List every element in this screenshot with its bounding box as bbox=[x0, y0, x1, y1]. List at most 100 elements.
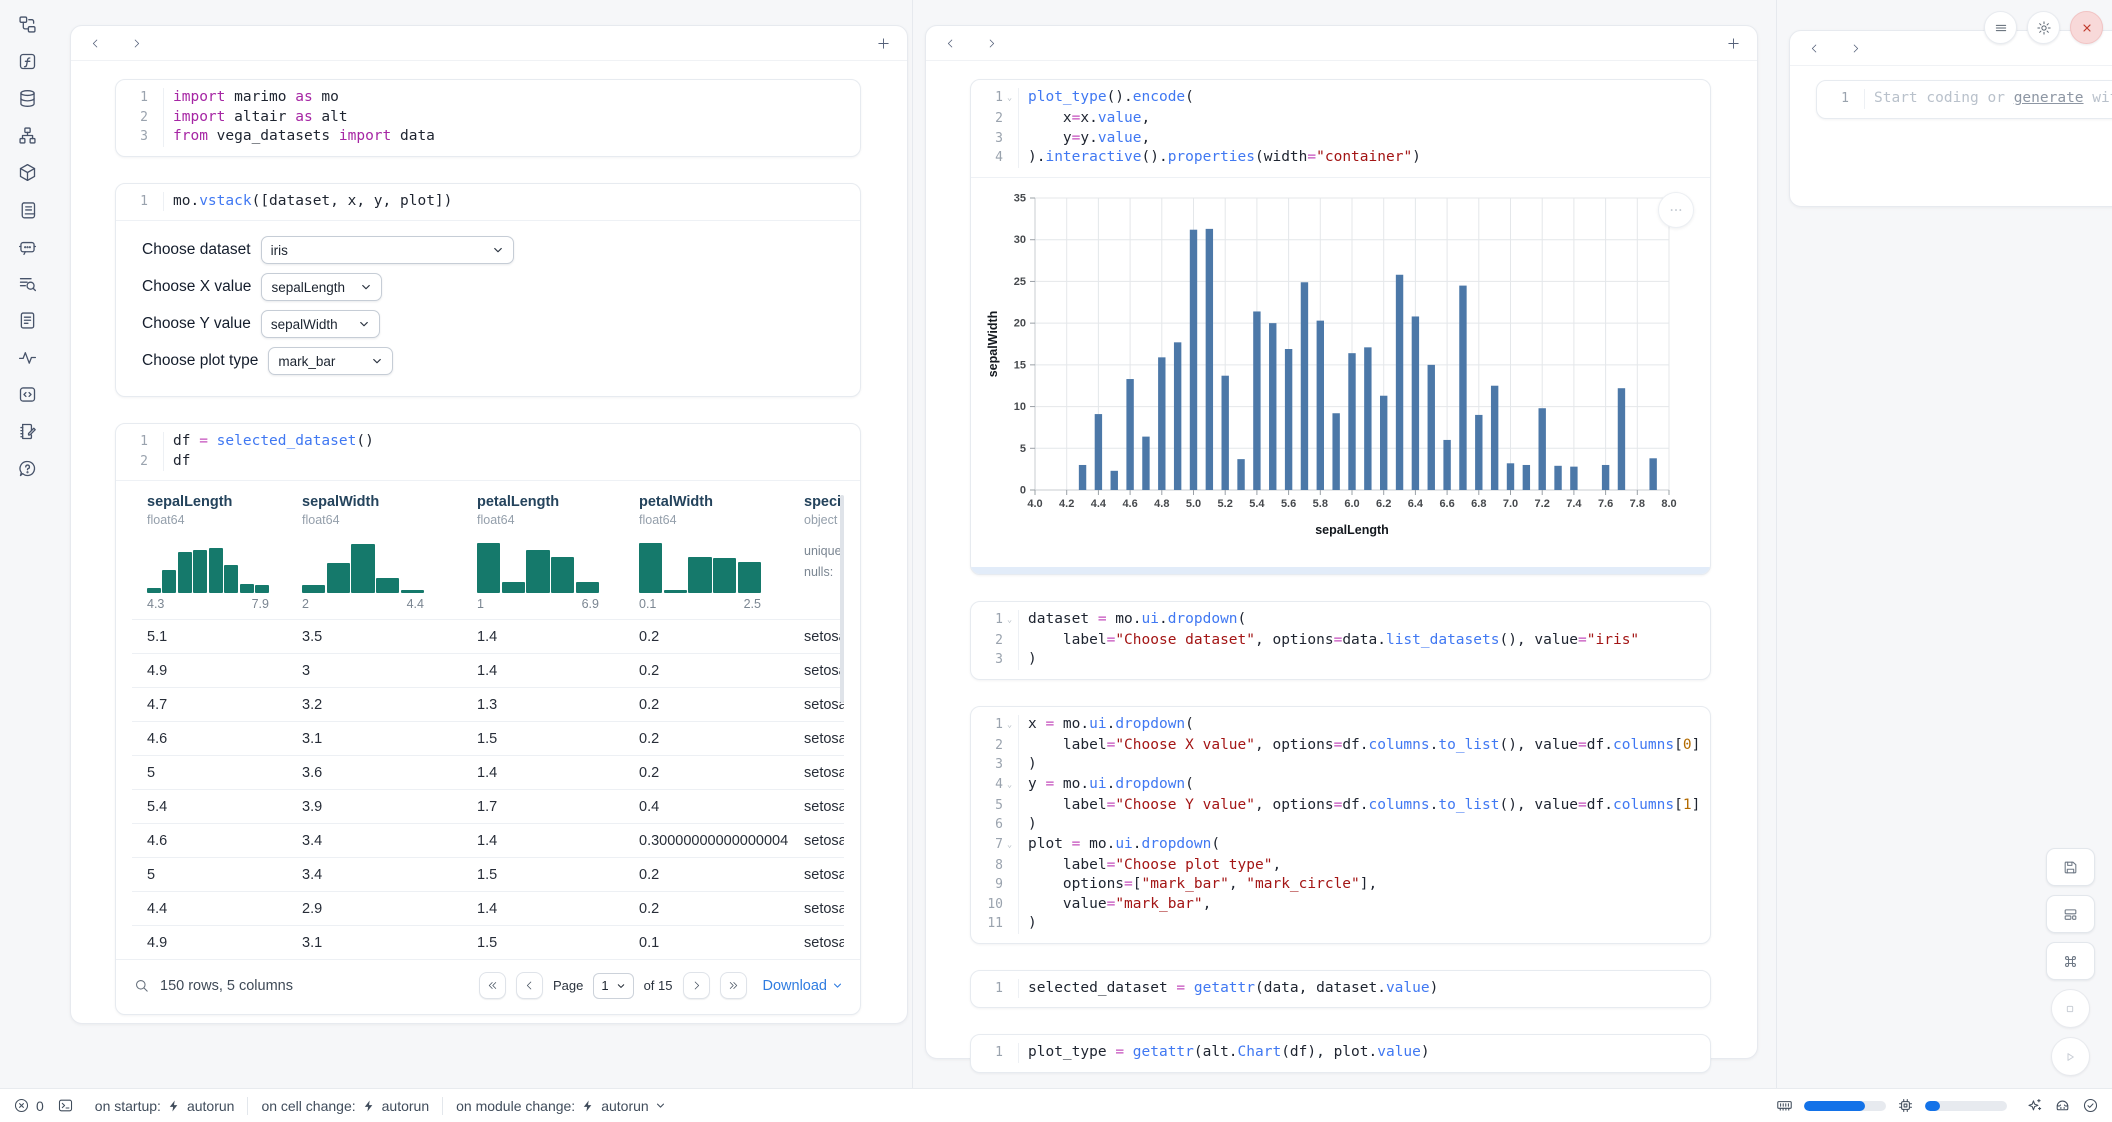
code-line: 1plot_type = getattr(alt.Chart(df), plot… bbox=[971, 1043, 1710, 1063]
close-icon bbox=[2079, 20, 2095, 36]
code-editor[interactable]: 1⌄dataset = mo.ui.dropdown(2 label="Choo… bbox=[971, 602, 1710, 679]
logs-button[interactable] bbox=[8, 197, 46, 221]
table-row[interactable]: 4.42.91.40.2setosa bbox=[132, 891, 844, 925]
layout-button[interactable] bbox=[2046, 895, 2095, 933]
save-button[interactable] bbox=[2046, 848, 2095, 886]
table-search-button[interactable] bbox=[8, 271, 46, 295]
scratchpad-button[interactable] bbox=[8, 419, 46, 443]
code-editor[interactable]: 1selected_dataset = getattr(data, datase… bbox=[971, 971, 1710, 1008]
run-mode-startup[interactable]: on startup: autorun bbox=[95, 1098, 235, 1114]
marimo-app: 1import marimo as mo2import altair as al… bbox=[0, 0, 2112, 1122]
column-header-sepalWidth[interactable]: sepalWidthfloat6424.4 bbox=[302, 494, 477, 611]
next-page-button[interactable] bbox=[683, 972, 710, 999]
code-editor[interactable]: 1 Start coding or generate with bbox=[1817, 81, 2112, 118]
chevron-right-icon[interactable] bbox=[985, 37, 998, 50]
svg-text:sepalLength: sepalLength bbox=[1315, 523, 1389, 537]
choose-dataset-dropdown[interactable]: iris bbox=[261, 236, 514, 264]
column-header-species[interactable]: speciesobjectunique:nulls: bbox=[804, 494, 844, 611]
svg-text:4.6: 4.6 bbox=[1122, 498, 1137, 510]
error-indicator[interactable]: 0 bbox=[13, 1097, 44, 1114]
copilot-button[interactable] bbox=[2054, 1097, 2071, 1114]
column-divider[interactable] bbox=[1776, 0, 1777, 1089]
download-button[interactable]: Download bbox=[763, 978, 844, 994]
table-row[interactable]: 4.73.21.30.2setosa bbox=[132, 687, 844, 721]
tracing-button[interactable] bbox=[8, 345, 46, 369]
table-row[interactable]: 4.93.11.50.1setosa bbox=[132, 925, 844, 959]
column-header bbox=[71, 26, 907, 61]
last-page-button[interactable] bbox=[720, 972, 747, 999]
svg-text:4.8: 4.8 bbox=[1154, 498, 1169, 510]
svg-text:6.6: 6.6 bbox=[1439, 498, 1454, 510]
code-line: 1⌄x = mo.ui.dropdown( bbox=[971, 715, 1710, 736]
add-cell-button[interactable] bbox=[1726, 36, 1741, 51]
table-row[interactable]: 4.931.40.2setosa bbox=[132, 653, 844, 687]
code-editor[interactable]: 1import marimo as mo2import altair as al… bbox=[116, 80, 860, 156]
code-editor[interactable]: 1mo.vstack([dataset, x, y, plot]) bbox=[116, 184, 860, 221]
table-row[interactable]: 5.13.51.40.2setosa bbox=[132, 619, 844, 653]
dependency-graph-button[interactable] bbox=[8, 123, 46, 147]
prev-page-button[interactable] bbox=[516, 972, 543, 999]
terminal-button[interactable] bbox=[57, 1097, 74, 1114]
code-line: 1 Start coding or generate with bbox=[1817, 89, 2112, 109]
table-row[interactable]: 4.63.41.40.30000000000000004setosa bbox=[132, 823, 844, 857]
chart-actions-button[interactable] bbox=[1658, 192, 1694, 228]
choose-x-value-dropdown[interactable]: sepalLength bbox=[261, 273, 382, 301]
chevron-left-icon[interactable] bbox=[1808, 42, 1821, 55]
svg-text:5.2: 5.2 bbox=[1218, 498, 1233, 510]
run-mode-module-change[interactable]: on module change: autorun bbox=[456, 1098, 666, 1114]
column-divider[interactable] bbox=[912, 0, 913, 1089]
layout-icon bbox=[2062, 906, 2079, 923]
code-editor[interactable]: 1plot_type = getattr(alt.Chart(df), plot… bbox=[971, 1035, 1710, 1072]
floating-actions bbox=[2046, 848, 2094, 1076]
chevron-left-icon[interactable] bbox=[944, 37, 957, 50]
empty-code-cell: 1 Start coding or generate with bbox=[1816, 80, 2112, 119]
code-editor[interactable]: 1⌄x = mo.ui.dropdown(2 label="Choose X v… bbox=[971, 707, 1710, 943]
svg-text:7.2: 7.2 bbox=[1535, 498, 1550, 510]
stop-button[interactable] bbox=[2051, 989, 2090, 1028]
first-page-button[interactable] bbox=[479, 972, 506, 999]
memory-usage-bar bbox=[1804, 1101, 1886, 1111]
add-cell-button[interactable] bbox=[876, 36, 891, 51]
connection-status-button[interactable] bbox=[2082, 1097, 2099, 1114]
code-line: 2 label="Choose X value", options=df.col… bbox=[971, 736, 1710, 756]
chevron-left-icon[interactable] bbox=[89, 37, 102, 50]
code-line: 3 y=y.value, bbox=[971, 129, 1710, 149]
code-line: 1⌄dataset = mo.ui.dropdown( bbox=[971, 610, 1710, 631]
ai-sparkles-button[interactable] bbox=[2026, 1097, 2043, 1114]
packages-button[interactable] bbox=[8, 160, 46, 184]
choose-y-value-dropdown[interactable]: sepalWidth bbox=[261, 310, 380, 338]
menu-button[interactable] bbox=[1984, 11, 2017, 44]
table-row[interactable]: 4.63.11.50.2setosa bbox=[132, 721, 844, 755]
table-row[interactable]: 5.43.91.70.4setosa bbox=[132, 789, 844, 823]
page-select[interactable]: 1 bbox=[593, 973, 633, 999]
code-cell-plot-type: 1plot_type = getattr(alt.Chart(df), plot… bbox=[970, 1034, 1711, 1073]
table-row[interactable]: 53.61.40.2setosa bbox=[132, 755, 844, 789]
table-row[interactable]: 53.41.50.2setosa bbox=[132, 857, 844, 891]
close-button[interactable] bbox=[2070, 11, 2103, 44]
code-editor[interactable]: 1df = selected_dataset()2df bbox=[116, 424, 860, 480]
code-line: 7⌄plot = mo.ui.dropdown( bbox=[971, 835, 1710, 856]
generate-link[interactable]: generate bbox=[2014, 90, 2084, 106]
database-button[interactable] bbox=[8, 86, 46, 110]
column-header-petalLength[interactable]: petalLengthfloat6416.9 bbox=[477, 494, 639, 611]
run-button[interactable] bbox=[2051, 1037, 2090, 1076]
chevron-right-icon[interactable] bbox=[1849, 42, 1862, 55]
table-scrollbar[interactable] bbox=[840, 495, 844, 703]
column-header-sepalLength[interactable]: sepalLengthfloat644.37.9 bbox=[147, 494, 302, 611]
functions-button[interactable] bbox=[8, 49, 46, 73]
file-tree-button[interactable] bbox=[8, 12, 46, 36]
choose-plot-type-dropdown[interactable]: mark_bar bbox=[268, 347, 393, 375]
settings-button[interactable] bbox=[2027, 11, 2060, 44]
chevron-right-icon[interactable] bbox=[130, 37, 143, 50]
code-editor[interactable]: 1⌄plot_type().encode(2 x=x.value,3 y=y.v… bbox=[971, 80, 1710, 177]
run-mode-cell-change[interactable]: on cell change: autorun bbox=[261, 1098, 429, 1114]
chat-button[interactable] bbox=[8, 234, 46, 258]
column-header-petalWidth[interactable]: petalWidthfloat640.12.5 bbox=[639, 494, 804, 611]
help-button[interactable] bbox=[8, 456, 46, 480]
command-palette-button[interactable] bbox=[2046, 942, 2095, 980]
code-line: 3) bbox=[971, 650, 1710, 670]
search-icon[interactable] bbox=[133, 977, 150, 994]
snippets-button[interactable] bbox=[8, 382, 46, 406]
output-resize-bar[interactable] bbox=[971, 567, 1710, 574]
documentation-button[interactable] bbox=[8, 308, 46, 332]
